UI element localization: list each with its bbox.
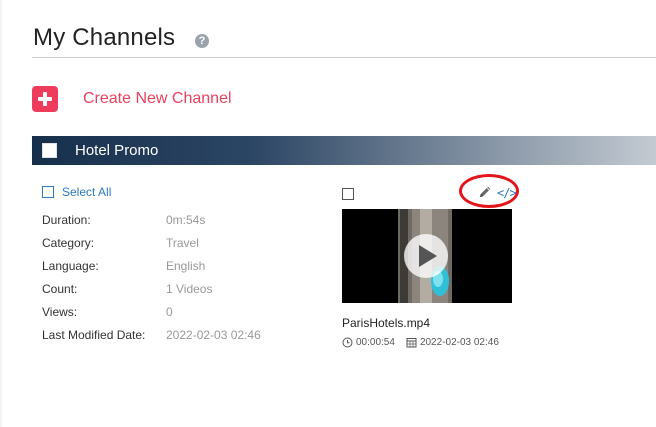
calendar-icon [406,338,417,348]
detail-value: English [166,259,206,273]
select-all[interactable]: Select All [42,185,111,199]
video-thumbnail[interactable] [342,209,512,303]
plus-icon [32,86,58,112]
video-meta: 00:00:54 2022-02-03 02:46 [342,337,499,348]
page-title: My Channels [33,24,176,51]
detail-row-duration: Duration: 0m:54s [42,212,261,235]
channel-title: Hotel Promo [75,142,159,159]
detail-label: Language: [42,259,99,273]
video-duration: 00:00:54 [356,337,395,348]
detail-label: Duration: [42,213,91,227]
video-filename: ParisHotels.mp4 [342,316,431,330]
title-divider [32,57,656,58]
channel-details: Duration: 0m:54s Category: Travel Langua… [42,212,261,350]
detail-value: 2022-02-03 02:46 [166,328,261,342]
detail-row-language: Language: English [42,258,261,281]
page-left-border [0,0,2,427]
highlight-annotation [459,174,519,208]
help-icon[interactable]: ? [195,34,209,48]
create-channel-button[interactable]: Create New Channel [32,86,232,112]
detail-label: Count: [42,282,78,296]
detail-value: 0m:54s [166,213,206,227]
video-preview-image [342,209,512,303]
channel-header-bar: Hotel Promo [32,136,656,165]
detail-label: Views: [42,305,78,319]
detail-row-views: Views: 0 [42,304,261,327]
detail-value: 1 Videos [166,282,213,296]
detail-label: Category: [42,236,95,250]
channel-checkbox[interactable] [42,143,57,158]
video-checkbox[interactable] [342,188,354,200]
select-all-label[interactable]: Select All [62,185,111,199]
detail-value: 0 [166,305,173,319]
detail-row-category: Category: Travel [42,235,261,258]
detail-label: Last Modified Date: [42,328,146,342]
detail-row-last-modified: Last Modified Date: 2022-02-03 02:46 [42,327,261,350]
create-channel-label: Create New Channel [83,90,232,107]
detail-value: Travel [166,236,199,250]
video-date: 2022-02-03 02:46 [419,337,499,348]
select-all-checkbox[interactable] [42,186,54,198]
detail-row-count: Count: 1 Videos [42,281,261,304]
clock-icon [342,337,353,348]
